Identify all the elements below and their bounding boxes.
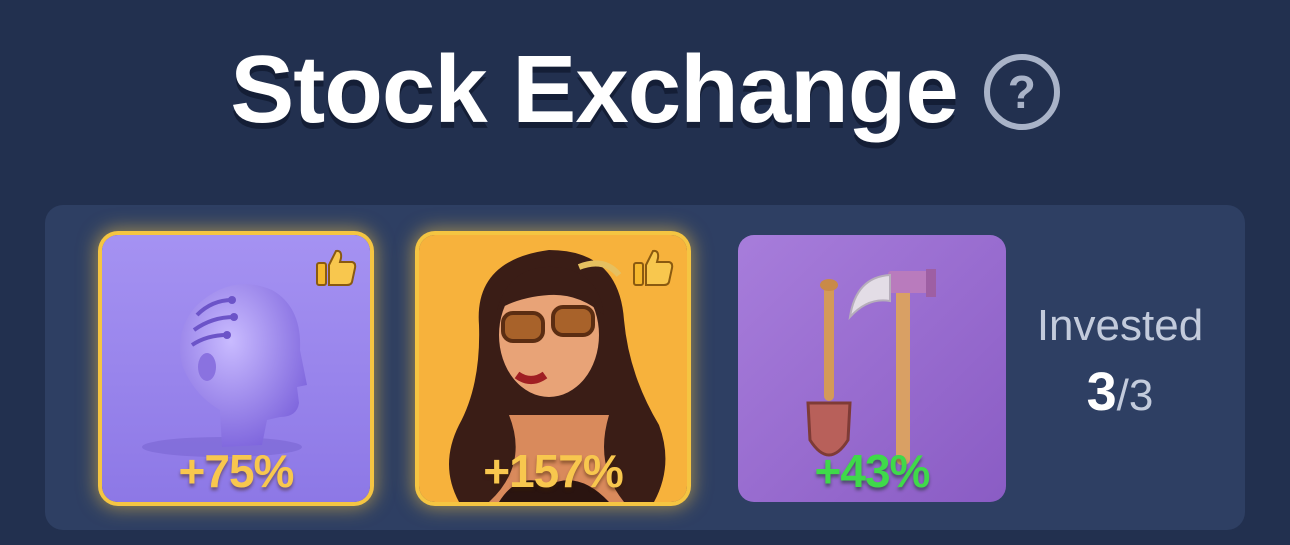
stock-change-tools: +43% — [814, 445, 931, 497]
thumbs-up-icon — [316, 249, 357, 286]
stock-change-pinup-girl: +157% — [483, 445, 624, 497]
page-title: Stock Exchange — [230, 36, 959, 143]
question-mark-icon: ? — [1007, 66, 1036, 118]
stock-card-ai-head[interactable]: +75% — [102, 235, 370, 502]
invested-total: /3 — [1116, 371, 1154, 420]
invested-summary: Invested 3/3 — [1020, 300, 1220, 422]
invested-label: Invested — [1036, 301, 1204, 350]
invested-current: 3 — [1086, 362, 1117, 422]
stock-card-tools[interactable]: +43% — [738, 235, 1006, 502]
header: Stock Exchange ? — [0, 30, 1290, 150]
invested-count: 3/3 — [1020, 365, 1220, 422]
help-button[interactable]: ? — [983, 54, 1060, 130]
thumbs-up-icon — [633, 249, 674, 286]
stocks-panel: +75% +157% +43% Invested 3/3 — [45, 205, 1245, 530]
stock-change-ai-head: +75% — [178, 445, 295, 497]
stock-card-pinup-girl[interactable]: +157% — [419, 235, 687, 502]
